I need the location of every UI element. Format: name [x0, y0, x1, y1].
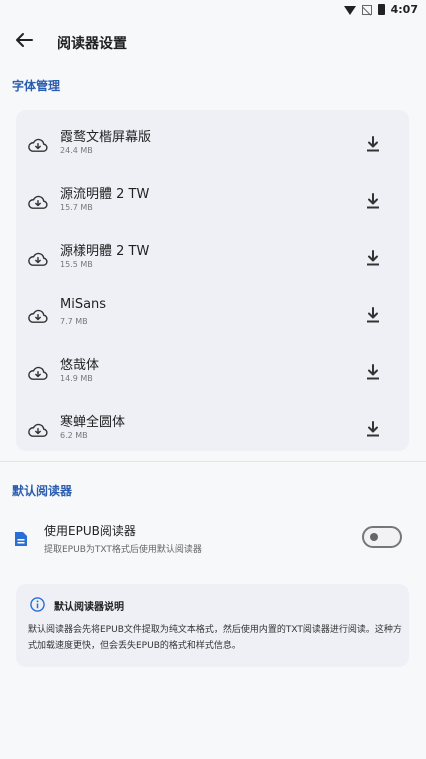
no-signal-icon — [361, 4, 372, 15]
font-size-label: 7.7 MB — [60, 317, 88, 326]
cloud-download-icon — [28, 366, 48, 380]
toggle-knob — [370, 533, 378, 541]
info-title: 默认阅读器说明 — [54, 602, 124, 613]
default-reader-heading: 默认阅读器 — [12, 484, 73, 498]
cloud-download-icon — [28, 309, 48, 323]
font-item[interactable]: 源樣明體 2 TW 15.5 MB — [16, 232, 409, 289]
font-size-label: 15.5 MB — [60, 260, 93, 269]
epub-reader-setting[interactable]: 使用EPUB阅读器 提取EPUB为TXT格式后使用默认阅读器 — [0, 515, 426, 565]
font-name: MiSans — [60, 297, 107, 312]
download-icon[interactable] — [365, 249, 381, 267]
info-icon — [30, 597, 45, 612]
font-name: 源樣明體 2 TW — [60, 244, 150, 259]
font-name: 寒蝉全圆体 — [60, 415, 126, 430]
epub-reader-description: 提取EPUB为TXT格式后使用默认阅读器 — [44, 545, 202, 555]
default-reader-info-card: 默认阅读器说明 默认阅读器会先将EPUB文件提取为纯文本格式，然后使用内置的TX… — [16, 584, 409, 667]
cloud-download-icon — [28, 138, 48, 152]
font-management-heading: 字体管理 — [12, 79, 61, 93]
font-item[interactable]: MiSans 7.7 MB — [16, 289, 409, 346]
font-item[interactable]: 霞鹜文楷屏幕版 24.4 MB — [16, 118, 409, 175]
section-divider — [0, 461, 426, 462]
app-bar: 阅读器设置 — [0, 22, 426, 62]
font-size-label: 15.7 MB — [60, 203, 93, 212]
download-icon[interactable] — [365, 192, 381, 210]
wifi-icon — [343, 6, 356, 15]
font-name: 悠哉体 — [60, 358, 100, 373]
download-icon[interactable] — [365, 363, 381, 381]
font-size-label: 24.4 MB — [60, 146, 93, 155]
epub-reader-label: 使用EPUB阅读器 — [44, 524, 136, 538]
status-time: 4:07 — [390, 3, 418, 16]
font-list-card: 霞鹜文楷屏幕版 24.4 MB 源流明體 2 TW 15.7 MB 源樣明體 2 TW 1… — [16, 110, 409, 451]
epub-reader-toggle[interactable] — [362, 526, 402, 548]
page-title: 阅读器设置 — [57, 36, 127, 52]
document-icon — [15, 532, 27, 546]
cloud-download-icon — [28, 252, 48, 266]
font-name: 霞鹜文楷屏幕版 — [60, 130, 152, 145]
font-item[interactable]: 源流明體 2 TW 15.7 MB — [16, 175, 409, 232]
font-size-label: 14.9 MB — [60, 374, 93, 383]
battery-icon — [377, 4, 385, 15]
download-icon[interactable] — [365, 135, 381, 153]
download-icon[interactable] — [365, 420, 381, 438]
cloud-download-icon — [28, 423, 48, 437]
cloud-download-icon — [28, 195, 48, 209]
font-name: 源流明體 2 TW — [60, 187, 150, 202]
font-item[interactable]: 寒蝉全圆体 6.2 MB — [16, 403, 409, 460]
arrow-back-icon[interactable] — [12, 28, 36, 52]
download-icon[interactable] — [365, 306, 381, 324]
status-bar: 4:07 — [0, 0, 426, 22]
info-text: 默认阅读器会先将EPUB文件提取为纯文本格式，然后使用内置的TXT阅读器进行阅读… — [28, 625, 402, 651]
font-size-label: 6.2 MB — [60, 431, 88, 440]
font-item[interactable]: 悠哉体 14.9 MB — [16, 346, 409, 403]
